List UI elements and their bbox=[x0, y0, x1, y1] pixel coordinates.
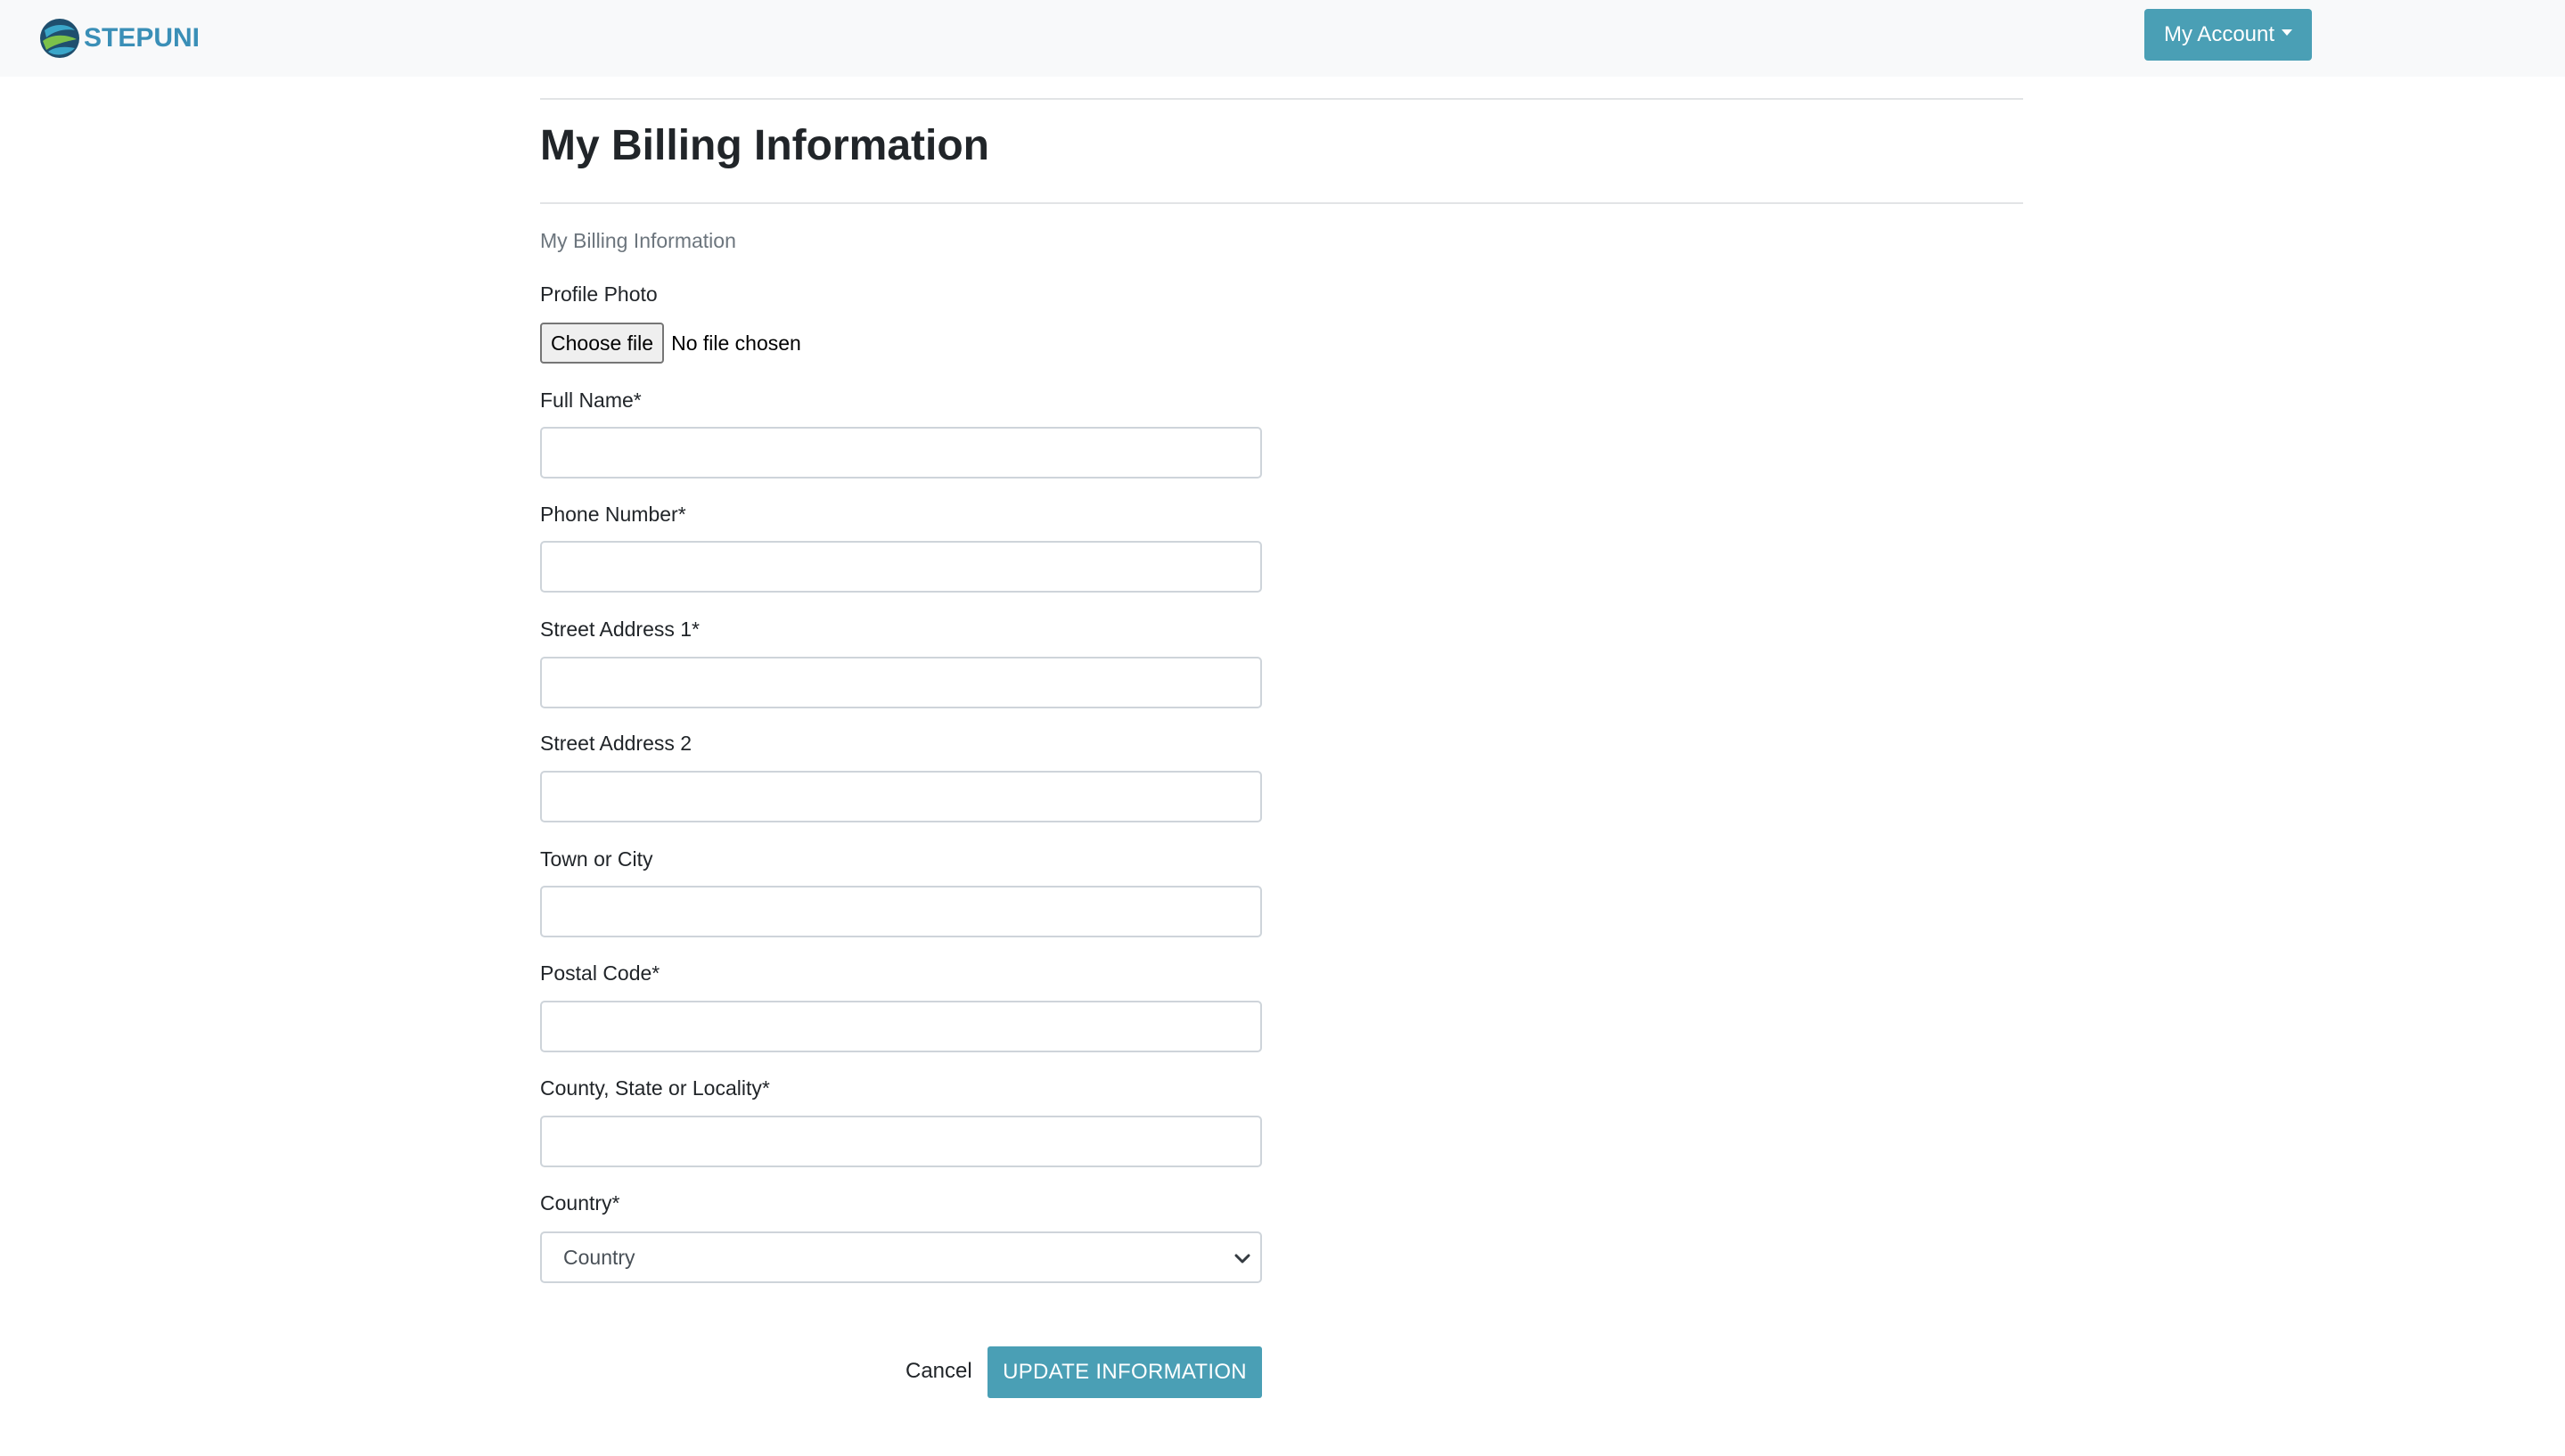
update-information-button[interactable]: UPDATE INFORMATION bbox=[987, 1346, 1262, 1398]
full-name-label: Full Name* bbox=[540, 389, 642, 412]
town-city-label: Town or City bbox=[540, 847, 653, 871]
country-selected-value: Country bbox=[563, 1245, 635, 1269]
my-account-label: My Account bbox=[2163, 22, 2275, 46]
title-divider bbox=[540, 202, 2023, 204]
street-address-1-label: Street Address 1* bbox=[540, 618, 700, 641]
cancel-link[interactable]: Cancel bbox=[906, 1356, 972, 1386]
globe-logo-icon bbox=[40, 19, 79, 58]
street-address-2-label: Street Address 2 bbox=[540, 732, 692, 755]
street-address-1-input[interactable] bbox=[540, 657, 1262, 708]
file-status-text: No file chosen bbox=[671, 331, 801, 355]
country-select[interactable]: Country bbox=[540, 1231, 1262, 1283]
profile-photo-file-input[interactable]: Choose file No file chosen bbox=[540, 322, 801, 364]
page-title: My Billing Information bbox=[540, 122, 989, 169]
phone-number-label: Phone Number* bbox=[540, 503, 686, 526]
brand-link[interactable]: STEPUNI bbox=[39, 18, 200, 59]
top-navbar: STEPUNI My Account bbox=[0, 0, 2565, 77]
top-divider bbox=[540, 98, 2023, 100]
street-address-2-input[interactable] bbox=[540, 771, 1262, 822]
country-label: Country* bbox=[540, 1191, 620, 1215]
my-account-dropdown-button[interactable]: My Account bbox=[2144, 9, 2312, 61]
county-state-label: County, State or Locality* bbox=[540, 1076, 770, 1100]
postal-code-label: Postal Code* bbox=[540, 961, 660, 985]
profile-photo-label: Profile Photo bbox=[540, 282, 658, 306]
town-city-input[interactable] bbox=[540, 886, 1262, 937]
phone-number-input[interactable] bbox=[540, 541, 1262, 593]
county-state-input[interactable] bbox=[540, 1116, 1262, 1167]
postal-code-input[interactable] bbox=[540, 1001, 1262, 1052]
brand-name: STEPUNI bbox=[84, 23, 201, 53]
section-subtitle: My Billing Information bbox=[540, 229, 736, 252]
full-name-input[interactable] bbox=[540, 427, 1262, 479]
choose-file-button[interactable]: Choose file bbox=[540, 323, 665, 364]
chevron-down-icon bbox=[1234, 1254, 1250, 1264]
caret-down-icon bbox=[2282, 29, 2293, 36]
